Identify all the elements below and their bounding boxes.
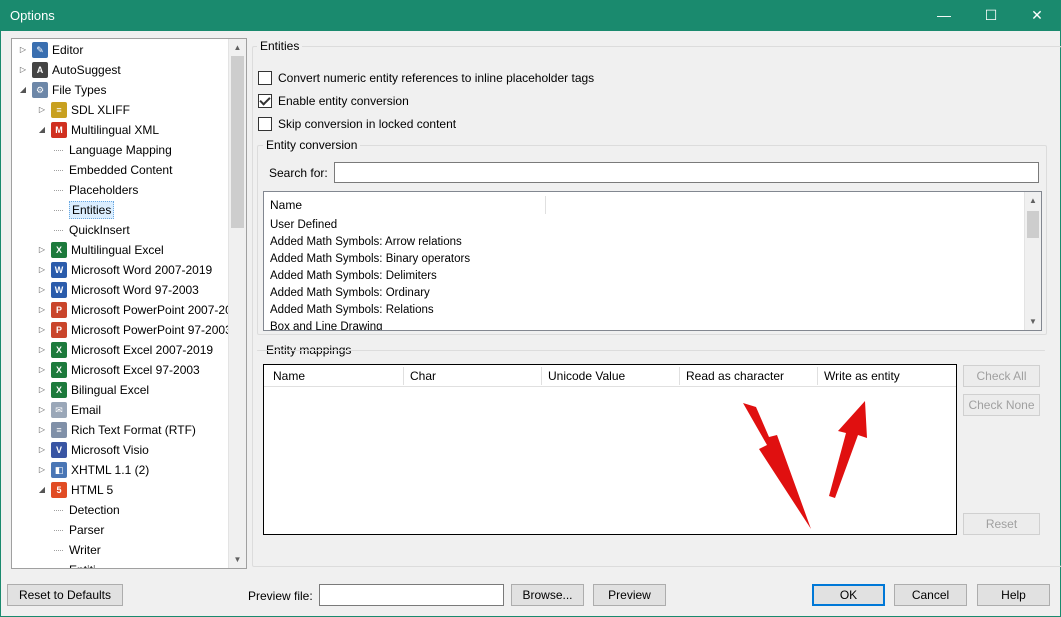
preview-button[interactable]: Preview [593, 584, 666, 606]
help-button[interactable]: Help [977, 584, 1050, 606]
browse-button[interactable]: Browse... [511, 584, 584, 606]
maximize-button[interactable]: ☐ [968, 0, 1014, 31]
ok-button[interactable]: OK [812, 584, 885, 606]
arrow-read-as-character [743, 403, 811, 529]
minimize-button[interactable]: — [921, 0, 967, 31]
preview-file-label: Preview file: [248, 589, 313, 603]
preview-file-input[interactable] [319, 584, 504, 606]
close-button[interactable]: ✕ [1014, 0, 1060, 31]
reset-to-defaults-button[interactable]: Reset to Defaults [7, 584, 123, 606]
annotation-arrows [743, 401, 867, 529]
window-title: Options [10, 8, 55, 23]
arrow-write-as-entity [829, 401, 867, 498]
options-dialog: ▷ ✎ Editor ▷ A AutoSuggest ◢ ⚙ File Types ▷ ≡ SDL X… [0, 31, 1061, 617]
title-bar: Options — ☐ ✕ [0, 0, 1061, 31]
cancel-button[interactable]: Cancel [894, 584, 967, 606]
